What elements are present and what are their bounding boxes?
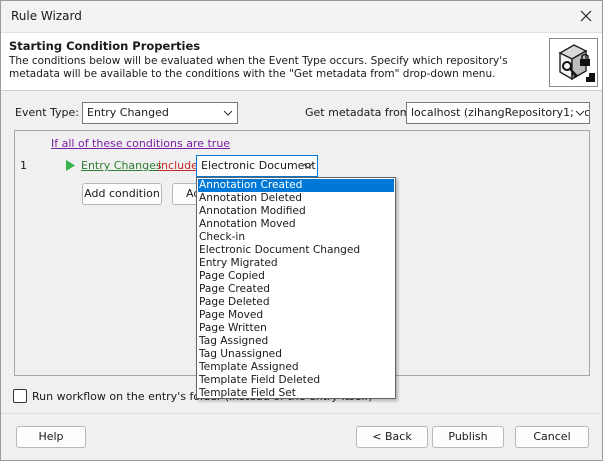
dropdown-option[interactable]: Entry Migrated: [198, 257, 394, 270]
event-type-select[interactable]: Entry Changed: [82, 102, 238, 124]
condition-row-number: 1: [20, 159, 27, 172]
add-condition-button[interactable]: Add condition: [82, 183, 162, 205]
condition-operator-link[interactable]: include: [158, 159, 198, 172]
dropdown-option[interactable]: Page Written: [198, 322, 394, 335]
dropdown-option[interactable]: Page Copied: [198, 270, 394, 283]
dropdown-option[interactable]: Page Created: [198, 283, 394, 296]
condition-value-text: Electronic Document: [201, 159, 316, 172]
dropdown-option[interactable]: Electronic Document Changed: [198, 244, 394, 257]
condition-value-select[interactable]: Electronic Document: [196, 155, 318, 177]
condition-field-link[interactable]: Entry Changes: [81, 159, 162, 172]
rule-wizard-window: Rule Wizard Starting Condition Propertie…: [0, 0, 603, 461]
dropdown-option[interactable]: Annotation Moved: [198, 218, 394, 231]
publish-button[interactable]: Publish: [432, 426, 504, 448]
metadata-source-select[interactable]: localhost (zihangRepository1; ac: [406, 102, 590, 124]
window-title: Rule Wizard: [11, 9, 82, 23]
back-button[interactable]: < Back: [356, 426, 428, 448]
dropdown-option[interactable]: Check-in: [198, 231, 394, 244]
condition-group-link[interactable]: If all of these conditions are true: [51, 137, 230, 150]
dropdown-option[interactable]: Template Field Set: [198, 387, 394, 400]
dropdown-option[interactable]: Tag Unassigned: [198, 348, 394, 361]
header-description: The conditions below will be evaluated w…: [9, 55, 508, 80]
footer-divider: [1, 413, 602, 414]
event-type-label: Event Type:: [15, 106, 79, 119]
close-icon: [580, 10, 592, 22]
metadata-source-label: Get metadata from:: [305, 106, 415, 119]
cancel-button[interactable]: Cancel: [515, 426, 589, 448]
chevron-down-icon: [223, 103, 233, 123]
dropdown-option[interactable]: Tag Assigned: [198, 335, 394, 348]
wizard-header: Starting Condition Properties The condit…: [1, 32, 602, 91]
close-button[interactable]: [573, 4, 599, 28]
dropdown-option[interactable]: Annotation Modified: [198, 205, 394, 218]
run-on-folder-checkbox[interactable]: [13, 389, 27, 403]
dropdown-option[interactable]: Annotation Deleted: [198, 192, 394, 205]
dropdown-option[interactable]: Page Moved: [198, 309, 394, 322]
event-type-value: Entry Changed: [87, 106, 169, 119]
workflow-rule-icon: [550, 39, 597, 86]
help-button[interactable]: Help: [16, 426, 86, 448]
play-icon[interactable]: [65, 160, 76, 171]
condition-value-dropdown-list: Annotation Created Annotation Deleted Anno…: [196, 177, 396, 399]
chevron-down-icon: [303, 156, 313, 176]
chevron-down-icon: [575, 103, 585, 123]
header-title: Starting Condition Properties: [9, 39, 201, 53]
title-bar: Rule Wizard: [1, 1, 602, 32]
dropdown-option[interactable]: Page Deleted: [198, 296, 394, 309]
wizard-logo: [549, 38, 598, 87]
dropdown-option[interactable]: Annotation Created: [198, 179, 394, 192]
metadata-source-value: localhost (zihangRepository1; ac: [411, 106, 590, 119]
dropdown-option[interactable]: Template Assigned: [198, 361, 394, 374]
dropdown-option[interactable]: Template Field Deleted: [198, 374, 394, 387]
